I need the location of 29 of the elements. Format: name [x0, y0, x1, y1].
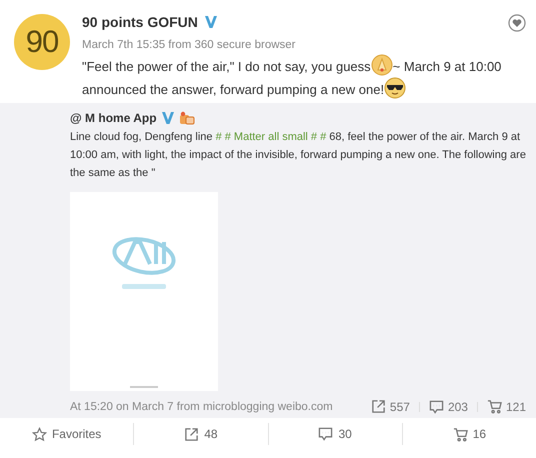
cart-icon [486, 399, 502, 414]
star-icon [32, 426, 47, 442]
comment-button[interactable]: 30 [268, 423, 402, 445]
praying-emoji-icon [370, 54, 393, 76]
post-text: Line cloud fog, Dengfeng line [70, 131, 212, 143]
post-text: "Feel the power of the air," I do not say, you guess [82, 59, 371, 74]
post-text: ~ March 9 at 10:00 [392, 59, 502, 74]
cart-icon [452, 426, 468, 442]
post-text: announced the answer, forward pumping a new one! [82, 82, 384, 97]
post-text: 68, feel the power of the air. March 9 at [329, 131, 520, 143]
author-name[interactable]: 90 points GOFUN [82, 14, 198, 30]
cart-count-button[interactable]: 121 [486, 399, 526, 414]
comment-count-button[interactable]: 203 [428, 400, 468, 414]
post-text: 10:00 am, with light, the impact of the invisible, forward pumping a new one. The following are [70, 149, 526, 161]
share-count-button[interactable]: 557 [370, 399, 410, 414]
repost-meta: At 15:20 on March 7 from microblogging weibo.com [70, 400, 333, 412]
comment-icon [318, 427, 334, 441]
sunglasses-emoji-icon [384, 77, 406, 99]
cart-button[interactable]: 16 [402, 423, 536, 445]
share-icon [184, 426, 200, 442]
favorites-button[interactable]: Favorites [0, 423, 134, 445]
topic-link[interactable]: # # Matter all small # # [216, 131, 326, 143]
share-button[interactable]: 48 [133, 423, 268, 445]
share-icon [370, 399, 386, 414]
post-text: the same as the " [70, 167, 156, 179]
repost-author[interactable]: @ M home App [70, 111, 157, 125]
comment-icon [428, 400, 444, 414]
avatar[interactable]: 90 [14, 14, 70, 70]
post-meta: March 7th 15:35 from 360 secure browser [82, 39, 296, 51]
